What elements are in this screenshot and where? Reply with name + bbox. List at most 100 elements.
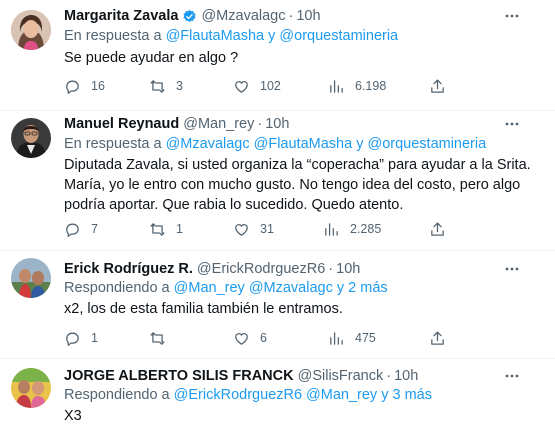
views-icon	[325, 222, 338, 236]
like-count: 102	[260, 79, 281, 93]
retweet-button[interactable]	[149, 328, 176, 348]
tweet-text: X3	[64, 408, 82, 424]
like-button[interactable]: 6	[233, 328, 267, 348]
reply-prefix: En respuesta a	[64, 28, 166, 44]
like-count: 6	[260, 331, 267, 345]
views-button[interactable]: 2.285	[323, 219, 381, 239]
more-icon	[505, 374, 519, 378]
like-icon	[235, 80, 248, 93]
reply-count: 16	[91, 79, 105, 93]
reply-count: 1	[91, 331, 98, 345]
user-handle[interactable]: @SilisFranck	[298, 368, 384, 384]
reply-count: 7	[91, 222, 98, 236]
reply-icon	[66, 223, 79, 237]
like-icon	[235, 223, 248, 236]
views-icon	[330, 331, 343, 345]
views-icon	[330, 79, 343, 93]
user-handle[interactable]: @Mzavalagc	[201, 8, 285, 24]
avatar[interactable]	[11, 258, 51, 298]
reply-icon	[66, 332, 79, 346]
avatar-photo-icon	[11, 10, 51, 50]
share-button[interactable]	[429, 328, 456, 348]
reply-prefix: Respondiendo a	[64, 280, 174, 296]
reply-mentions[interactable]: @Man_rey @Mzavalagc y 2 más	[174, 280, 388, 296]
reply-button[interactable]: 7	[64, 219, 98, 239]
timestamp[interactable]: 10h	[265, 116, 289, 132]
reply-context: Respondiendo a @Man_rey @Mzavalagc y 2 m…	[64, 280, 388, 296]
views-button[interactable]: 6.198	[328, 76, 386, 96]
separator-dot: ·	[386, 368, 392, 384]
retweet-icon	[150, 79, 165, 93]
like-count: 31	[260, 222, 274, 236]
more-icon	[505, 267, 519, 271]
view-count: 475	[355, 331, 376, 345]
more-options-button[interactable]	[503, 7, 521, 25]
like-button[interactable]: 102	[233, 76, 281, 96]
like-button[interactable]: 31	[233, 219, 274, 239]
reply-mentions[interactable]: @FlautaMasha y @orquestamineria	[166, 28, 399, 44]
reply-context: En respuesta a @FlautaMasha y @orquestam…	[64, 28, 398, 44]
retweet-button[interactable]: 3	[149, 76, 183, 96]
tweet-erick-rodriguez[interactable]: Erick Rodríguez R. @ErickRodrguezR6 · 10…	[0, 251, 555, 358]
avatar-photo-icon	[11, 258, 51, 298]
avatar[interactable]	[11, 368, 51, 408]
avatar[interactable]	[11, 118, 51, 158]
tweet-header: Erick Rodríguez R. @ErickRodrguezR6 · 10…	[64, 259, 360, 279]
timestamp[interactable]: 10h	[394, 368, 418, 384]
more-icon	[505, 14, 519, 18]
user-handle[interactable]: @ErickRodrguezR6	[197, 261, 325, 277]
reply-context: Respondiendo a @ErickRodrguezR6 @Man_rey…	[64, 387, 432, 403]
retweet-count: 3	[176, 79, 183, 93]
reply-button[interactable]: 1	[64, 328, 98, 348]
share-icon	[431, 78, 444, 93]
separator-dot: ·	[328, 261, 334, 277]
reply-prefix: Respondiendo a	[64, 387, 174, 403]
tweet-header: Manuel Reynaud @Man_rey · 10h	[64, 114, 289, 134]
display-name[interactable]: Margarita Zavala	[64, 8, 178, 24]
action-bar: 1 6 475	[64, 328, 444, 348]
verified-badge-icon	[183, 9, 197, 22]
action-bar: 16 3 102 6.198	[64, 76, 444, 96]
tweet-margarita-zavala[interactable]: Margarita Zavala @Mzavalagc · 10h En res…	[0, 0, 555, 110]
more-options-button[interactable]	[503, 260, 521, 278]
reply-button[interactable]: 16	[64, 76, 105, 96]
share-button[interactable]	[429, 76, 456, 96]
retweet-icon	[150, 222, 165, 236]
timestamp[interactable]: 10h	[336, 261, 360, 277]
action-bar: 7 1 31 2.285	[64, 219, 444, 239]
more-icon	[505, 122, 519, 126]
view-count: 6.198	[355, 79, 387, 93]
share-icon	[431, 221, 444, 236]
display-name[interactable]: Manuel Reynaud	[64, 116, 179, 132]
reply-prefix: En respuesta a	[64, 136, 166, 152]
display-name[interactable]: JORGE ALBERTO SILIS FRANCK	[64, 368, 294, 384]
retweet-icon	[150, 331, 165, 345]
share-icon	[431, 330, 444, 345]
more-options-button[interactable]	[503, 367, 521, 385]
like-icon	[235, 332, 248, 345]
retweet-button[interactable]: 1	[149, 219, 183, 239]
tweet-text: Diputada Zavala, si usted organiza la “c…	[64, 157, 531, 213]
reply-icon	[66, 80, 79, 94]
views-button[interactable]: 475	[328, 328, 376, 348]
tweet-text: Se puede ayudar en algo ?	[64, 50, 239, 66]
avatar[interactable]	[11, 10, 51, 50]
timestamp[interactable]: 10h	[296, 8, 320, 24]
tweet-header: Margarita Zavala @Mzavalagc · 10h	[64, 6, 321, 26]
reply-mentions[interactable]: @ErickRodrguezR6 @Man_rey y 3 más	[174, 387, 432, 403]
avatar-photo-icon	[11, 118, 51, 158]
user-handle[interactable]: @Man_rey	[183, 116, 254, 132]
avatar-photo-icon	[11, 368, 51, 408]
reply-mentions[interactable]: @Mzavalagc @FlautaMasha y @orquestaminer…	[166, 136, 487, 152]
tweet-text: x2, los de esta familia también le entra…	[64, 301, 343, 317]
reply-context: En respuesta a @Mzavalagc @FlautaMasha y…	[64, 136, 486, 152]
tweet-header: JORGE ALBERTO SILIS FRANCK @SilisFranck …	[64, 366, 418, 386]
tweet-jorge-silis-franck[interactable]: JORGE ALBERTO SILIS FRANCK @SilisFranck …	[0, 359, 555, 439]
retweet-count: 1	[176, 222, 183, 236]
separator-dot: ·	[288, 8, 294, 24]
display-name[interactable]: Erick Rodríguez R.	[64, 261, 193, 277]
more-options-button[interactable]	[503, 115, 521, 133]
view-count: 2.285	[350, 222, 382, 236]
tweet-manuel-reynaud[interactable]: Manuel Reynaud @Man_rey · 10h En respues…	[0, 111, 555, 249]
share-button[interactable]	[429, 219, 456, 239]
